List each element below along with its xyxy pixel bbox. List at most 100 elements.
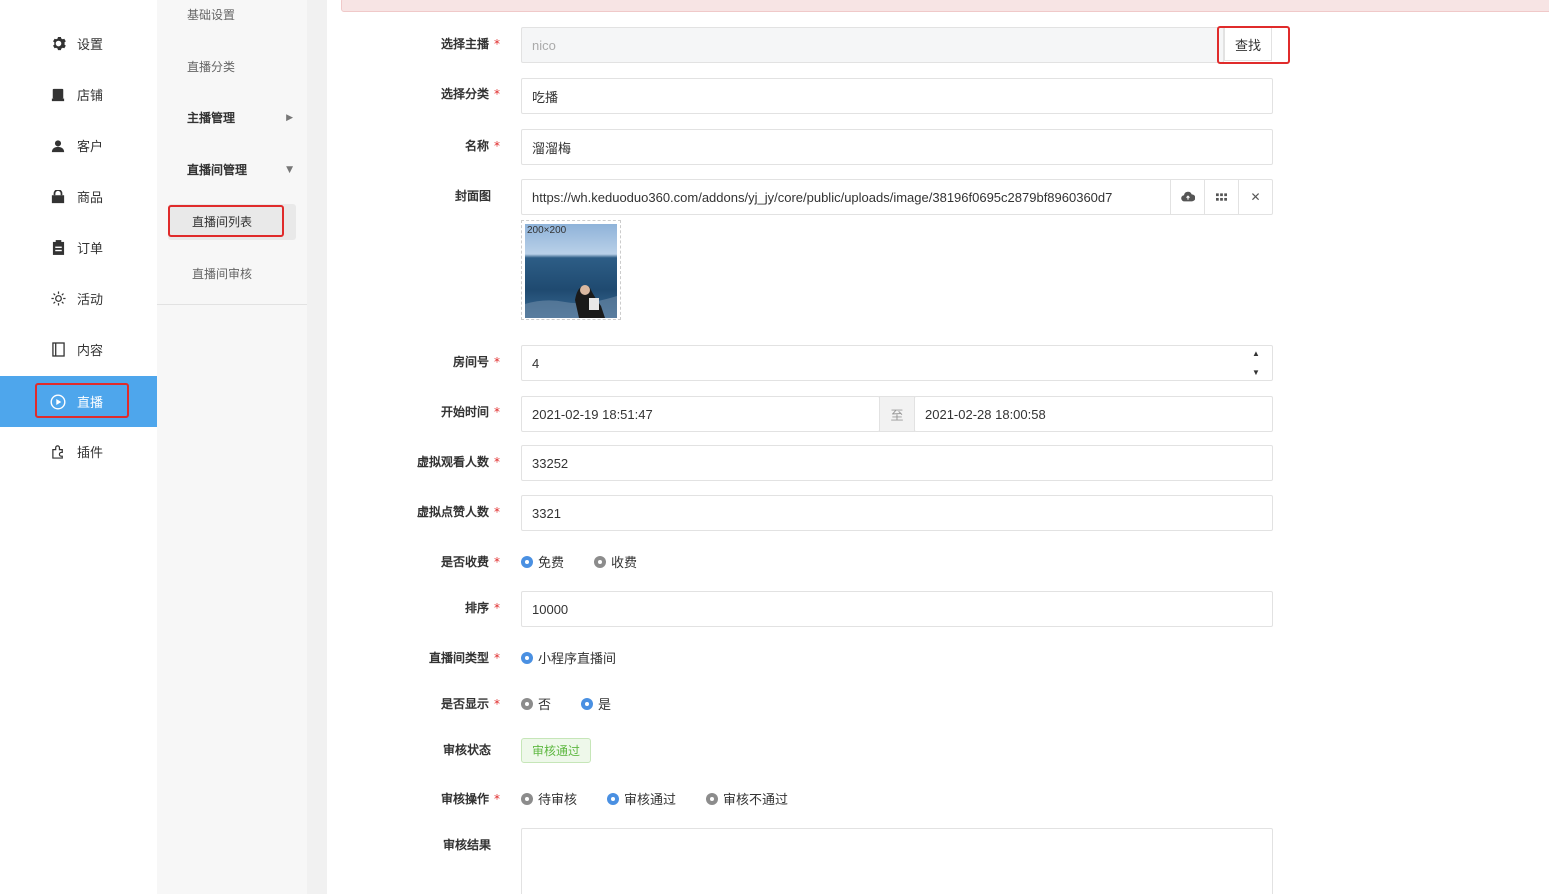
subnav-group-label: 直播间管理 [187, 163, 248, 177]
anchor-label: 选择主播 * [440, 37, 500, 51]
play-circle-icon [50, 393, 66, 410]
category-label: 选择分类 * [440, 87, 500, 101]
book-icon [50, 342, 66, 358]
review-action-radio-group: 待审核 审核通过 审核不通过 [521, 789, 818, 808]
radio-checked-icon [581, 697, 594, 710]
sidebar-item-plugins[interactable]: 插件 [0, 426, 157, 477]
category-select[interactable]: 吃播 [521, 78, 1273, 114]
name-label: 名称 * [464, 139, 500, 153]
subnav-group-label: 主播管理 [187, 111, 236, 125]
charge-option-paid[interactable]: 收费 [594, 552, 637, 571]
sort-input[interactable]: 10000 [521, 591, 1273, 627]
spinner-up-icon[interactable]: ▲ [1252, 349, 1260, 358]
review-action-label: 审核操作 * [440, 792, 500, 806]
virtual-likes-input[interactable]: 3321 [521, 495, 1273, 531]
review-result-label: 审核结果 [442, 838, 491, 852]
sidebar-item-label: 设置 [77, 38, 104, 53]
user-icon [50, 138, 66, 154]
sub-sidebar: 基础设置 直播分类 主播管理 ▶ 直播间管理 ▼ [157, 0, 307, 894]
name-input[interactable]: 溜溜梅 [521, 129, 1273, 165]
puzzle-icon [50, 444, 66, 460]
review-option-pending[interactable]: 待审核 [521, 789, 577, 808]
sidebar-item-label: 插件 [77, 446, 104, 461]
anchor-input[interactable]: nico [521, 27, 1224, 63]
store-icon [50, 87, 66, 103]
display-option-yes[interactable]: 是 [581, 694, 611, 713]
sidebar-item-label: 客户 [77, 140, 104, 155]
sidebar-item-label: 商品 [77, 191, 104, 206]
room-number-value: 4 [532, 355, 540, 371]
radio-checked-icon [521, 651, 533, 664]
review-status-label: 审核状态 [442, 743, 491, 757]
caret-right-icon: ▶ [286, 112, 293, 123]
start-time-label: 开始时间 * [440, 405, 500, 419]
thumbnail-size-label: 200×200 [527, 225, 567, 236]
sidebar-item-label: 订单 [77, 242, 104, 257]
charge-option-free[interactable]: 免费 [521, 552, 564, 571]
subnav-divider [157, 304, 307, 305]
subnav-item-room-list[interactable]: 直播间列表 [192, 213, 252, 230]
sidebar-item-goods[interactable]: 商品 [0, 171, 157, 222]
main-sidebar: 设置 店铺 客户 商品 订单 活动 内容 直播 插件 [0, 0, 157, 894]
caret-down-icon: ▼ [286, 164, 293, 175]
clear-icon[interactable]: ✕ [1238, 180, 1272, 214]
sidebar-item-activity[interactable]: 活动 [0, 273, 157, 324]
upload-cloud-icon[interactable] [1170, 180, 1204, 214]
virtual-viewers-label: 虚拟观看人数 * [416, 455, 500, 469]
alert-banner [341, 0, 1549, 12]
gear-icon [50, 36, 66, 52]
virtual-likes-label: 虚拟点赞人数 * [416, 505, 500, 519]
grid-select-icon[interactable] [1204, 180, 1238, 214]
room-type-label: 直播间类型 * [428, 651, 500, 665]
sun-icon [50, 291, 66, 307]
clipboard-icon [50, 240, 66, 256]
room-type-radio-group: 小程序直播间 [521, 648, 646, 667]
cover-label: 封面图 [454, 189, 491, 203]
room-type-option-miniprogram[interactable]: 小程序直播间 [521, 648, 616, 667]
sidebar-item-label: 活动 [77, 293, 104, 308]
room-number-input[interactable]: 4 ▲ ▼ [521, 345, 1273, 381]
radio-unchecked-icon [594, 555, 607, 568]
sort-label: 排序 * [464, 601, 500, 615]
cover-url-input[interactable]: https://wh.keduoduo360.com/addons/yj_jy/… [521, 179, 1273, 215]
display-radio-group: 否 是 [521, 694, 641, 713]
review-status-badge: 审核通过 [521, 738, 592, 763]
sidebar-item-label: 内容 [77, 344, 104, 359]
number-spinner[interactable]: ▲ ▼ [1250, 349, 1262, 377]
start-time-from-input[interactable]: 2021-02-19 18:51:47 [521, 396, 880, 432]
subnav-item-room-review[interactable]: 直播间审核 [192, 265, 252, 282]
display-option-no[interactable]: 否 [521, 694, 551, 713]
sidebar-item-content[interactable]: 内容 [0, 324, 157, 375]
date-range-separator: 至 [879, 396, 915, 432]
subnav-group-anchor-management[interactable]: 主播管理 ▶ [187, 109, 293, 126]
start-time-to-input[interactable]: 2021-02-28 18:00:58 [914, 396, 1273, 432]
sidebar-item-store[interactable]: 店铺 [0, 69, 157, 120]
charge-label: 是否收费 * [440, 555, 500, 569]
shopping-bag-icon [50, 189, 66, 205]
subnav-item-live-category[interactable]: 直播分类 [187, 58, 235, 75]
cover-image: 200×200 [525, 224, 617, 318]
review-option-rejected[interactable]: 审核不通过 [706, 789, 788, 808]
radio-unchecked-icon [521, 792, 533, 805]
find-anchor-button[interactable]: 查找 [1224, 27, 1272, 61]
review-result-textarea[interactable] [521, 828, 1273, 894]
spinner-down-icon[interactable]: ▼ [1252, 368, 1260, 377]
virtual-viewers-input[interactable]: 33252 [521, 445, 1273, 481]
subnav-group-room-management[interactable]: 直播间管理 ▼ [187, 161, 293, 178]
sidebar-item-live[interactable]: 直播 [0, 376, 157, 427]
sidebar-item-label: 店铺 [77, 89, 104, 104]
room-number-label: 房间号 * [452, 355, 500, 369]
app-root: 设置 店铺 客户 商品 订单 活动 内容 直播 插件 基础设置 直播分类 主播管… [0, 0, 1549, 894]
subnav-item-basic-settings[interactable]: 基础设置 [187, 6, 235, 23]
radio-unchecked-icon [706, 792, 719, 805]
display-label: 是否显示 * [440, 697, 500, 711]
radio-checked-icon [607, 792, 620, 805]
cover-thumbnail[interactable]: 200×200 [521, 220, 621, 320]
sidebar-item-orders[interactable]: 订单 [0, 222, 157, 273]
sidebar-item-customer[interactable]: 客户 [0, 120, 157, 171]
sidebar-item-settings[interactable]: 设置 [0, 18, 157, 69]
sidebar-item-label: 直播 [77, 396, 104, 411]
review-option-approved[interactable]: 审核通过 [607, 789, 676, 808]
charge-radio-group: 免费 收费 [521, 552, 667, 571]
radio-unchecked-icon [521, 697, 533, 710]
